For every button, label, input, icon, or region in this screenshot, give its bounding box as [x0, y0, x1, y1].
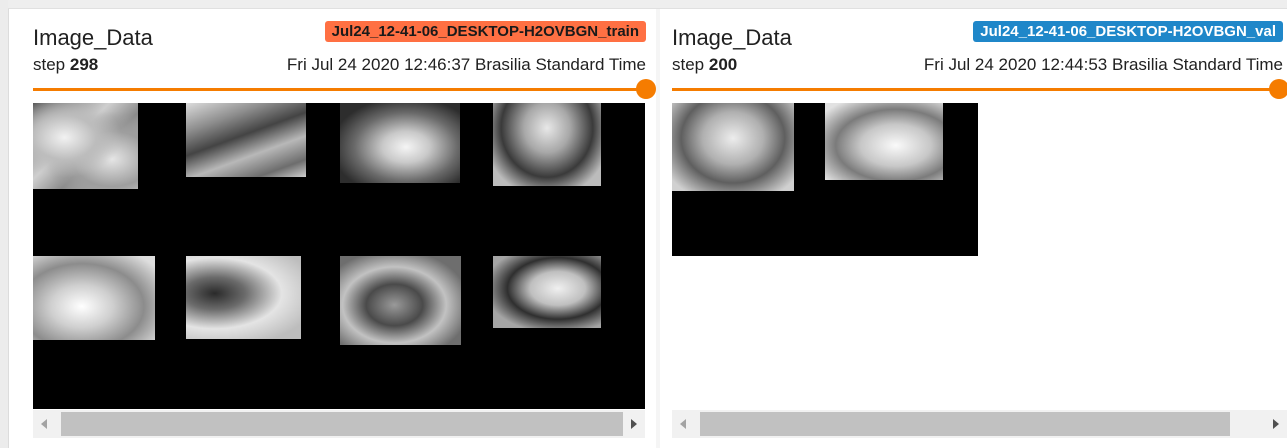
image-tile [493, 256, 601, 328]
left-panel-edge [0, 0, 9, 448]
step-indicator: step 298 [33, 55, 98, 75]
step-indicator: step 200 [672, 55, 737, 75]
image-tile [33, 103, 138, 189]
step-slider-fill [33, 88, 645, 91]
scrollbar-thumb[interactable] [700, 412, 1230, 436]
wall-time: Fri Jul 24 2020 12:46:37 Brasilia Standa… [286, 55, 646, 74]
tag-title: Image_Data [33, 25, 153, 50]
image-tile [186, 256, 301, 339]
tag-title: Image_Data [672, 25, 792, 50]
top-panel-edge [8, 0, 1287, 9]
scroll-left-arrow-icon[interactable] [33, 410, 55, 438]
scroll-right-arrow-icon[interactable] [623, 410, 645, 438]
scrollbar-thumb[interactable] [61, 412, 623, 436]
step-value: 298 [69, 55, 99, 74]
image-card-val: Jul24_12-41-06_DESKTOP-H2OVBGN_val Image… [660, 9, 1287, 448]
wall-time: Fri Jul 24 2020 12:44:53 Brasilia Standa… [923, 55, 1283, 74]
step-slider[interactable] [33, 79, 656, 99]
step-slider-fill [672, 88, 1278, 91]
image-tile [186, 103, 306, 177]
run-name-badge: Jul24_12-41-06_DESKTOP-H2OVBGN_val [973, 21, 1283, 42]
image-tile [340, 103, 460, 183]
image-tile [672, 103, 794, 191]
horizontal-scrollbar[interactable] [33, 410, 645, 438]
horizontal-scrollbar[interactable] [672, 410, 1287, 438]
step-slider-thumb[interactable] [1269, 79, 1287, 99]
image-tile [825, 103, 943, 180]
scroll-left-arrow-icon[interactable] [672, 410, 694, 438]
step-value: 200 [708, 55, 738, 74]
image-card-train: Jul24_12-41-06_DESKTOP-H2OVBGN_train Ima… [9, 9, 656, 448]
image-grid [672, 103, 978, 256]
image-tile [33, 256, 155, 340]
step-label: step [33, 55, 66, 74]
run-name-badge: Jul24_12-41-06_DESKTOP-H2OVBGN_train [324, 21, 646, 42]
image-grid [33, 103, 645, 409]
step-label: step [672, 55, 705, 74]
step-slider[interactable] [672, 79, 1287, 99]
image-tile [493, 103, 601, 186]
scroll-right-arrow-icon[interactable] [1265, 410, 1287, 438]
step-slider-thumb[interactable] [636, 79, 656, 99]
image-tile [340, 256, 461, 345]
